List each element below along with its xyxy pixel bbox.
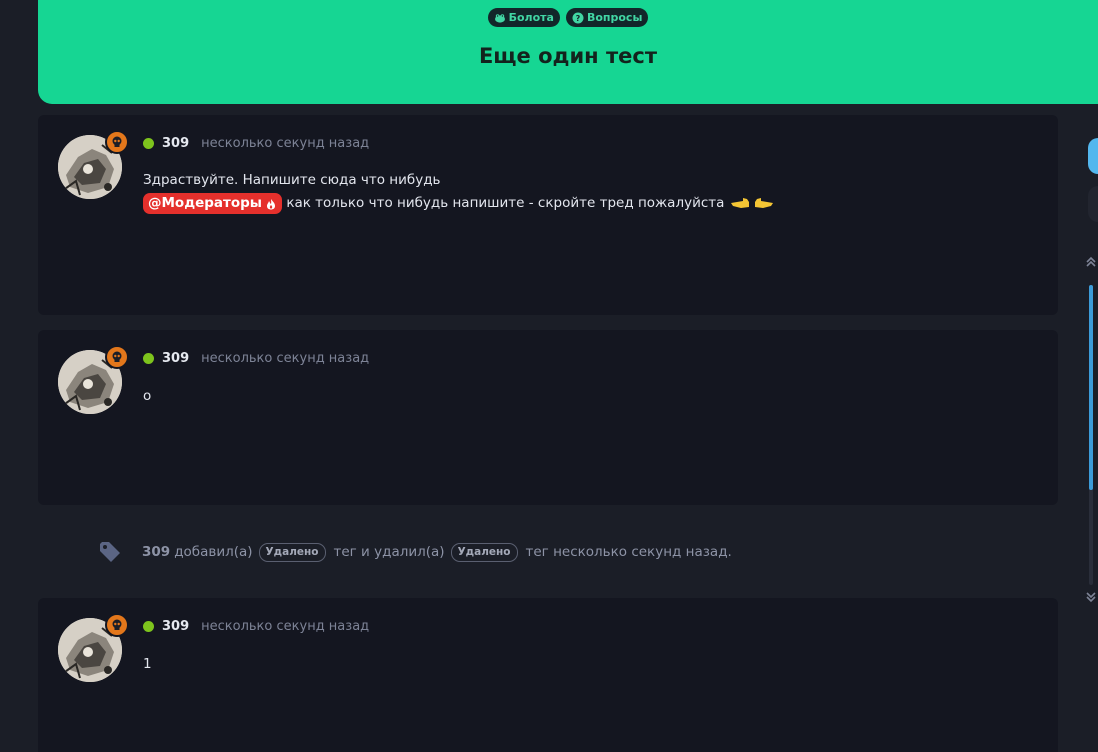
svg-text:?: ? — [576, 14, 581, 23]
post-body: о — [143, 385, 151, 408]
skull-icon — [112, 619, 122, 630]
moderator-badge — [105, 613, 129, 637]
skull-icon — [112, 136, 122, 147]
skull-icon — [112, 351, 122, 362]
online-status-indicator — [143, 138, 154, 149]
event-text-end: тег несколько секунд назад. — [525, 544, 732, 560]
question-circle-icon: ? — [572, 12, 584, 23]
post-meta: 309 несколько секунд назад — [143, 136, 369, 151]
post-username[interactable]: 309 — [162, 136, 189, 151]
topic-page: Болота ? Вопросы Еще один тест 309 неско… — [0, 0, 1098, 752]
post-text: как только что нибудь напишите - скройте… — [286, 195, 725, 211]
flame-icon — [267, 198, 276, 209]
frog-icon — [494, 13, 505, 23]
tag-change-event: 309 добавил(а) Удалено тег и удалил(а) У… — [98, 538, 732, 566]
post-time[interactable]: несколько секунд назад — [201, 351, 369, 366]
category-label: Болота — [508, 11, 554, 24]
reply-button[interactable] — [1088, 138, 1098, 174]
mention-label: @Модераторы — [148, 195, 263, 211]
post-username[interactable]: 309 — [162, 619, 189, 634]
post: 309 несколько секунд назад 1 — [38, 598, 1058, 752]
post: 309 несколько секунд назад о — [38, 330, 1058, 505]
post-text-line: @Модераторы как только что нибудь напиши… — [143, 192, 775, 215]
post-time[interactable]: несколько секунд назад — [201, 619, 369, 634]
category-list: Болота ? Вопросы — [38, 8, 1098, 27]
topic-header: Болота ? Вопросы Еще один тест — [38, 0, 1098, 104]
double-chevron-down-icon[interactable] — [1084, 590, 1098, 604]
event-username[interactable]: 309 — [142, 544, 170, 560]
category-badge-voprosy[interactable]: ? Вопросы — [565, 8, 649, 27]
post-username[interactable]: 309 — [162, 351, 189, 366]
timeline-scrollbar-thumb[interactable] — [1089, 285, 1093, 490]
mention-moderators[interactable]: @Модераторы — [143, 193, 283, 214]
category-label: Вопросы — [586, 11, 643, 24]
post-text-line: Здраствуйте. Напишите сюда что нибудь — [143, 172, 441, 188]
event-text-added: добавил(а) — [174, 544, 253, 560]
double-chevron-up-icon[interactable] — [1084, 255, 1098, 269]
category-badge-bolota[interactable]: Болота — [487, 8, 560, 27]
online-status-indicator — [143, 353, 154, 364]
post-meta: 309 несколько секунд назад — [143, 619, 369, 634]
tag-chip[interactable]: Удалено — [450, 542, 518, 562]
tag-icon — [100, 542, 120, 562]
topic-title: Еще один тест — [478, 44, 658, 68]
online-status-indicator — [143, 621, 154, 632]
post-text-line: о — [143, 388, 152, 404]
post-time[interactable]: несколько секунд назад — [201, 136, 369, 151]
post-body: Здраствуйте. Напишите сюда что нибудь @М… — [143, 169, 775, 215]
post-text-line: 1 — [143, 656, 152, 672]
moderator-badge — [105, 345, 129, 369]
event-text-middle: тег и удалил(а) — [333, 544, 445, 560]
post-meta: 309 несколько секунд назад — [143, 351, 369, 366]
pointing-hands-emoji-icon — [730, 198, 773, 208]
post: 309 несколько секунд назад Здраствуйте. … — [38, 115, 1058, 315]
secondary-action-button[interactable] — [1088, 186, 1098, 222]
tag-chip[interactable]: Удалено — [258, 542, 326, 562]
moderator-badge — [105, 130, 129, 154]
post-body: 1 — [143, 653, 152, 676]
